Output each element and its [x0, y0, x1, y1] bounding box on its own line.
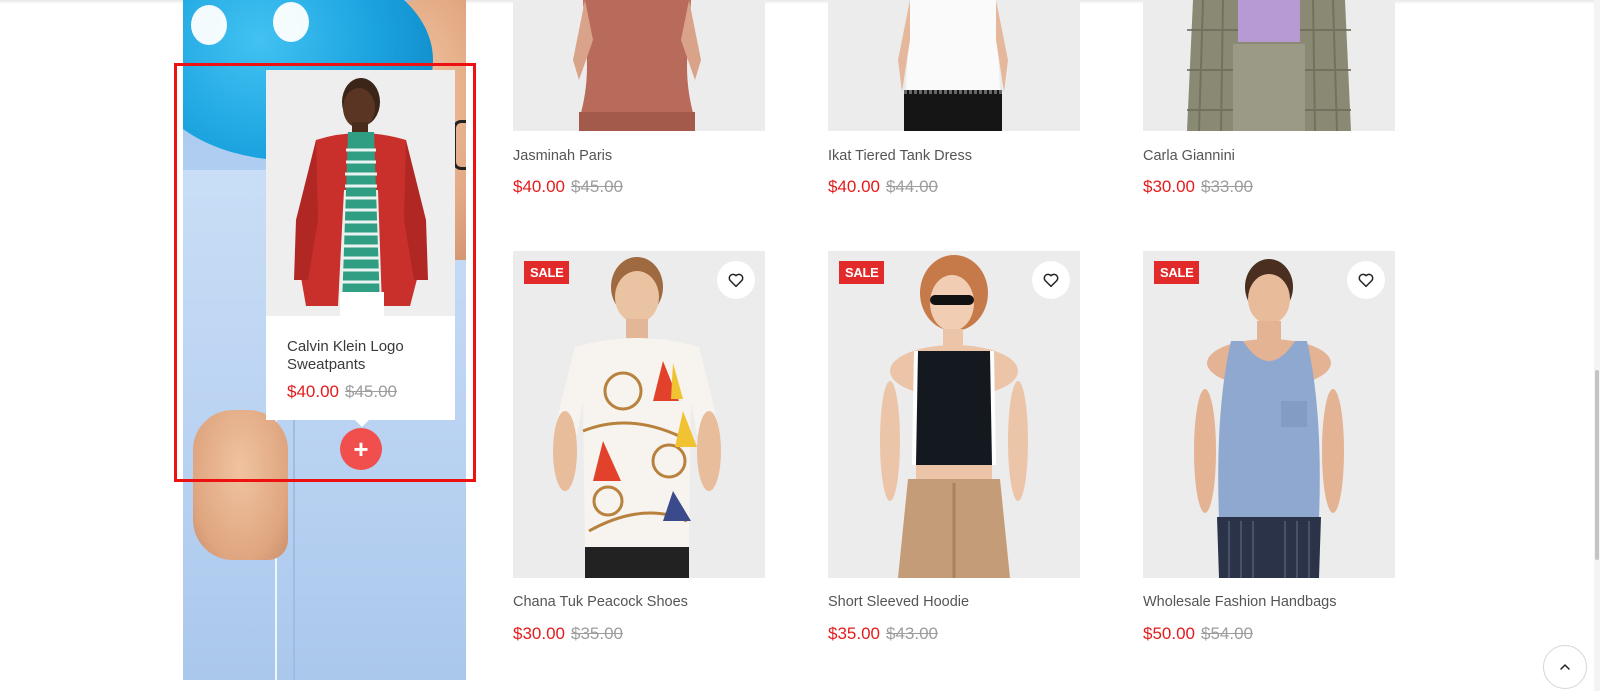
product-name[interactable]: Ikat Tiered Tank Dress	[828, 148, 972, 164]
balloon-dot	[191, 5, 227, 45]
model-nautical-tshirt-figure	[513, 251, 765, 578]
product-name[interactable]: Chana Tuk Peacock Shoes	[513, 594, 688, 610]
balloon-dot	[273, 2, 309, 42]
sale-price: $35.00	[828, 624, 880, 643]
wishlist-button[interactable]	[1347, 261, 1385, 299]
sale-price: $40.00	[513, 177, 565, 196]
model-plaid-suit-figure	[1143, 0, 1395, 131]
sale-price: $50.00	[1143, 624, 1195, 643]
old-price: $33.00	[1201, 177, 1253, 196]
product-image[interactable]	[1143, 0, 1395, 131]
model-white-tank-figure	[828, 0, 1080, 131]
model-black-tank-figure	[828, 251, 1080, 578]
product-name[interactable]: Short Sleeved Hoodie	[828, 594, 969, 610]
old-price: $54.00	[1201, 624, 1253, 643]
product-name[interactable]: Carla Giannini	[1143, 148, 1235, 164]
product-price: $50.00 $54.00	[1143, 624, 1253, 644]
product-price: $35.00 $43.00	[828, 624, 938, 644]
highlight-box	[174, 63, 476, 482]
product-price: $40.00 $44.00	[828, 177, 938, 197]
product-image[interactable]	[828, 0, 1080, 131]
old-price: $44.00	[886, 177, 938, 196]
chevron-up-icon	[1560, 664, 1570, 670]
product-price: $30.00 $35.00	[513, 624, 623, 644]
sale-price: $40.00	[828, 177, 880, 196]
sale-badge: SALE	[839, 261, 885, 284]
sale-badge: SALE	[524, 261, 570, 284]
product-name[interactable]: Jasminah Paris	[513, 148, 612, 164]
product-name[interactable]: Wholesale Fashion Handbags	[1143, 594, 1336, 610]
sale-price: $30.00	[513, 624, 565, 643]
scroll-to-top-button[interactable]	[1543, 645, 1587, 689]
page-scrollbar[interactable]	[1594, 0, 1600, 691]
sale-badge: SALE	[1154, 261, 1200, 284]
product-image[interactable]: SALE	[1143, 251, 1395, 578]
product-price: $40.00 $45.00	[513, 177, 623, 197]
product-price: $30.00 $33.00	[1143, 177, 1253, 197]
product-image[interactable]: SALE	[513, 251, 765, 578]
old-price: $35.00	[571, 624, 623, 643]
old-price: $45.00	[571, 177, 623, 196]
product-image[interactable]	[513, 0, 765, 131]
model-rust-top-figure	[513, 0, 765, 131]
sale-price: $30.00	[1143, 177, 1195, 196]
scrollbar-thumb[interactable]	[1595, 370, 1599, 560]
product-image[interactable]: SALE	[828, 251, 1080, 578]
model-blue-tank-figure	[1143, 251, 1395, 578]
heart-icon	[1358, 273, 1374, 288]
old-price: $43.00	[886, 624, 938, 643]
heart-icon	[1043, 273, 1059, 288]
wishlist-button[interactable]	[717, 261, 755, 299]
heart-icon	[728, 273, 744, 288]
wishlist-button[interactable]	[1032, 261, 1070, 299]
